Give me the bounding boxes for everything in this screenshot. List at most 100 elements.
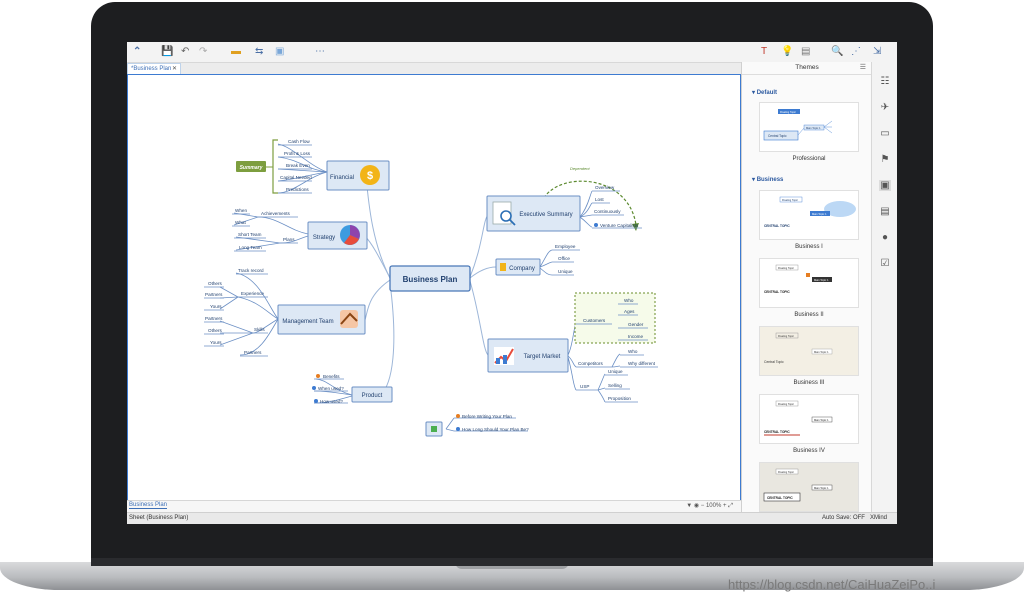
svg-text:Central Topic: Central Topic — [764, 360, 784, 364]
theme-card-professional[interactable]: Floating Topic Central Topic Main Topic … — [759, 102, 859, 152]
management-skills: Skills — [254, 327, 265, 332]
zoom-level: 100% — [705, 503, 722, 509]
management-experience: Experience — [241, 291, 264, 296]
question-icon — [312, 386, 316, 390]
fit-icon[interactable]: ⤢ — [728, 503, 733, 509]
connector — [235, 272, 279, 320]
redo-icon[interactable]: ↷ — [199, 45, 207, 59]
topic-executive-summary[interactable]: Executive Summary — [486, 195, 581, 232]
svg-text:Floating Topic: Floating Topic — [778, 470, 795, 474]
topic-target-market[interactable]: Target Market — [487, 338, 569, 373]
strategy-plans: Plans — [283, 237, 295, 242]
idea-icon[interactable]: 💡 — [781, 45, 793, 59]
sheet-tab[interactable]: Business Plan — [129, 502, 168, 509]
comment-icon[interactable]: ● — [879, 232, 891, 243]
svg-text:Central Topic: Central Topic — [768, 134, 787, 138]
topic-strategy[interactable]: Strategy — [307, 221, 368, 250]
mindmap-canvas[interactable]: Business Plan Financial $ Summary Cash F… — [127, 74, 741, 500]
branch-line — [379, 282, 395, 396]
management-track: Track record — [238, 268, 264, 273]
theme-card-business-3[interactable]: Floating Topic Central Topic Main Topic … — [759, 326, 859, 376]
image-icon[interactable]: ▭ — [879, 128, 891, 139]
connector — [445, 417, 455, 430]
connector — [597, 389, 606, 403]
share-icon[interactable]: ⋰ — [851, 45, 861, 59]
presentation-icon[interactable]: ▤ — [801, 45, 810, 59]
right-rail: ☷ ✈ ▭ ⚑ ▣ ▤ ● ☑ — [871, 62, 897, 512]
group-business[interactable]: ▾ Business — [752, 176, 783, 183]
management-item: Others — [208, 328, 222, 333]
customer-item: Income — [628, 334, 644, 339]
save-icon[interactable]: 💾 — [161, 45, 173, 59]
theme-card-business-1[interactable]: Floating Topic CENTRAL TOPIC Main Topic … — [759, 190, 859, 240]
building-icon — [500, 263, 506, 271]
topic-financial[interactable]: Financial $ — [326, 160, 390, 191]
insert-topic-icon[interactable]: ▬ — [231, 45, 241, 59]
theme-name: Professional — [792, 156, 826, 162]
company-item: Employee — [555, 244, 576, 249]
sheet-bar: Business Plan ▼ ◉ − 100% + ⤢ — [127, 500, 741, 512]
summary-label[interactable]: Summary — [236, 161, 266, 172]
theme-card-business-4[interactable]: Floating Topic CENTRAL TOPIC Main Topic … — [759, 394, 859, 444]
relationship-icon[interactable]: ⇆ — [255, 45, 263, 59]
group-default[interactable]: ▾ Default — [752, 89, 777, 96]
tab-business-plan[interactable]: *Business Plan ✕ — [127, 63, 181, 74]
svg-text:Main Topic 1: Main Topic 1 — [806, 126, 821, 130]
search-icon[interactable]: 🔍 — [831, 45, 843, 59]
export-icon[interactable]: ⇲ — [873, 45, 881, 59]
connector — [219, 296, 239, 310]
theme-name: Business II — [794, 312, 824, 318]
central-topic[interactable]: Business Plan — [389, 265, 471, 292]
themes-icon[interactable]: ▣ — [879, 180, 891, 191]
target-competitors: Competitors — [578, 361, 603, 366]
connector — [579, 190, 593, 218]
strategy-item: When — [235, 208, 247, 213]
target-label: Target Market — [524, 354, 561, 360]
svg-text:Main Topic 1: Main Topic 1 — [814, 350, 829, 354]
management-item: Partners — [205, 316, 223, 321]
flag-icon[interactable]: ⚑ — [879, 154, 891, 165]
undo-icon[interactable]: ↶ — [181, 45, 189, 59]
task-icon[interactable]: ☑ — [879, 258, 891, 269]
format-panel-icon[interactable]: ☷ — [879, 76, 891, 87]
question-icon — [456, 427, 460, 431]
boundary-icon[interactable]: ▣ — [275, 45, 284, 59]
eye-icon[interactable]: ◉ — [694, 503, 699, 509]
more-icon[interactable]: ⋯ — [315, 45, 325, 59]
format-icon[interactable]: T — [761, 45, 767, 59]
notes-icon[interactable]: ▤ — [879, 206, 891, 217]
svg-text:CENTRAL TOPIC: CENTRAL TOPIC — [764, 430, 790, 434]
logo-icon[interactable]: ⌃ — [133, 45, 141, 59]
close-icon[interactable]: ✕ — [172, 64, 177, 74]
topic-management-team[interactable]: Management Team — [277, 304, 366, 335]
topic-company[interactable]: Company — [495, 258, 541, 276]
menu-icon[interactable]: ☰ — [860, 62, 866, 74]
customer-item: Who — [624, 298, 634, 303]
product-item: Benefits — [323, 374, 340, 379]
usp-item: Proposition — [608, 396, 631, 401]
connector — [257, 216, 309, 235]
connector — [539, 267, 553, 276]
topic-product[interactable]: Product — [351, 386, 393, 403]
mindmap-svg: Business Plan Financial $ Summary Cash F… — [204, 139, 658, 437]
product-label: Product — [362, 393, 383, 399]
customer-item: Gender — [628, 322, 644, 327]
themes-title: Themes — [795, 64, 819, 71]
target-usp: USP — [580, 384, 589, 389]
executive-item: Venture Capitalists — [600, 223, 639, 228]
flag-icon — [431, 426, 437, 432]
theme-card-business-5[interactable]: Floating Topic CENTRAL TOPIC Main Topic … — [759, 462, 859, 512]
zoom-in-icon[interactable]: + — [723, 503, 727, 509]
rocket-icon[interactable]: ✈ — [879, 102, 891, 113]
connector — [219, 332, 254, 346]
dependent-label: Dependent — [570, 166, 590, 171]
floating-topic[interactable] — [425, 421, 443, 437]
theme-card-business-2[interactable]: Floating Topic CENTRAL TOPIC Main Topic … — [759, 258, 859, 308]
filter-icon[interactable]: ▼ — [686, 503, 692, 509]
financial-item: Break Even — [286, 163, 310, 168]
branch-line — [469, 266, 497, 279]
zoom-out-icon[interactable]: − — [701, 503, 705, 509]
product-item: How used? — [320, 399, 343, 404]
theme-name: Business I — [795, 244, 823, 250]
autosave-status[interactable]: Auto Save: OFF — [822, 515, 865, 521]
